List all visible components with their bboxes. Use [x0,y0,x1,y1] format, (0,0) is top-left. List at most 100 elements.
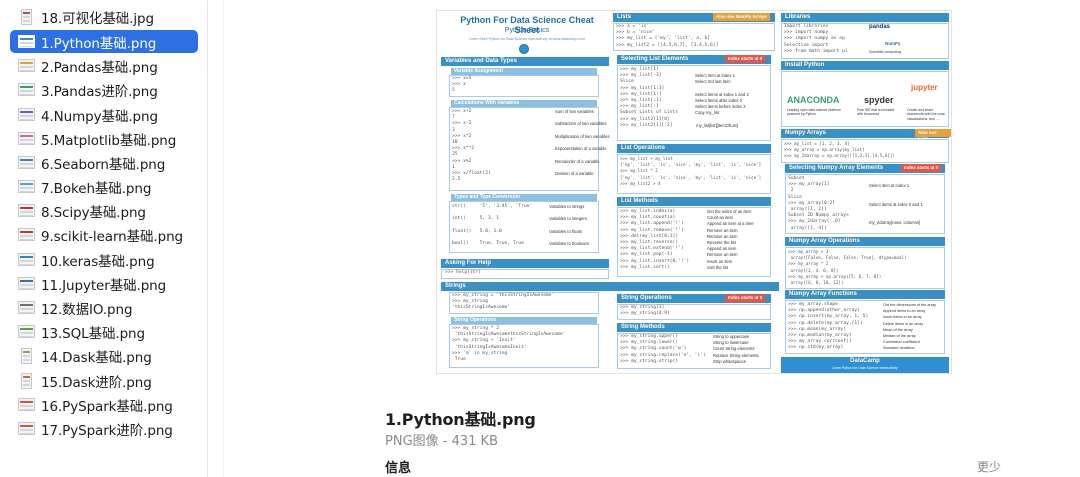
preview-image[interactable]: Python For Data Science Cheat Sheet Pyth… [436,10,952,374]
file-row[interactable]: 18.可视化基础.jpg [10,5,198,28]
image-file-icon [18,398,35,411]
thumb-stripe [23,350,30,353]
file-row[interactable]: 14.Dask基础.png [10,344,198,367]
thumb-stripe [23,11,30,14]
thumb-stripe [20,260,33,262]
code-string-ops-2: >>> my_string[3] >>> my_string[4:9] [620,305,670,317]
file-row[interactable]: 5.Matplotlib基础.png [10,127,198,150]
thumb-stripe [20,433,33,434]
file-row[interactable]: 1.Python基础.png [10,30,198,53]
file-name: 15.Dask进阶.png [41,374,152,391]
thumb-stripe [20,159,33,161]
thumb-stripe [20,42,33,44]
thumb-stripe [20,308,33,310]
image-file-icon [21,372,32,389]
code-var-assign: >>> x=5 >>> x 5 [452,76,472,94]
thumb-stripe [20,429,33,431]
badge-also-lists: Also see Lists [915,129,951,141]
thumb-stripe [20,38,33,40]
file-row[interactable]: 4.Numpy基础.png [10,103,198,126]
file-name: 3.Pandas进阶.png [41,83,158,100]
thumb-stripe [20,264,33,265]
file-row[interactable]: 7.Bokeh基础.png [10,175,198,198]
thumb-stripe [20,328,33,330]
file-row[interactable]: 9.scikit-learn基础.png [10,223,198,246]
file-row[interactable]: 10.keras基础.png [10,248,198,271]
preview-pane: Python For Data Science Cheat Sheet Pyth… [209,0,1080,477]
code-numpy-ops: >>> my_array > 3 array([False, False, Fa… [788,249,907,286]
divider [207,0,208,477]
section-help: Asking For Help [441,259,609,268]
spyder-caption: Free IDE that is included with Anaconda [857,108,895,117]
file-row[interactable]: 16.PySpark基础.png [10,393,198,416]
image-file-icon [18,325,35,338]
file-row[interactable]: 3.Pandas进阶.png [10,78,198,101]
image-file-icon [18,422,35,435]
python-logo-icon [519,44,529,54]
jupyter-caption: Create and share documents with live cod… [907,108,946,121]
image-file-icon [18,204,35,217]
section-string-methods: String Methods [617,323,771,332]
section-numpy-ops: Numpy Array Operations [785,237,945,246]
image-file-icon [21,8,32,25]
file-row[interactable]: 12.数据IO.png [10,296,198,319]
file-row[interactable]: 6.Seaborn基础.png [10,151,198,174]
thumb-stripe [20,211,33,213]
code-strings: >>> my_string = 'thisStringIsAwesome' >>… [452,293,555,311]
file-row[interactable]: 17.PySpark进阶.png [10,417,198,440]
file-name: 1.Python基础.png [41,35,157,52]
badge-index-zero: Index starts at 0 [725,55,766,63]
divider [223,0,224,477]
file-name: 5.Matplotlib基础.png [41,132,177,149]
image-file-icon [18,253,35,266]
code-select-list: >>> my_list[1] >>> my_list[-3] Slice >>>… [620,67,679,128]
numpy-caption: Scientific computing [869,50,901,54]
thumb-stripe [20,183,33,185]
subsection-calc: Calculations With Variables [451,100,597,107]
sheet-subtitle: Python Basics [504,27,550,34]
info-heading: 信息 [385,461,412,476]
thumb-stripe [20,66,33,68]
file-list: 18.可视化基础.jpg 1.Python基础.png 2.Pandas基础.png… [0,0,208,477]
file-row[interactable]: 2.Pandas基础.png [10,54,198,77]
file-row[interactable]: 13.SQL基础.png [10,320,198,343]
image-file-icon [18,132,35,145]
thumb-stripe [23,19,30,22]
code-select-numpy: Subset >>> my_array[1] 2 Slice >>> my_ar… [788,176,849,231]
show-less-link[interactable]: 更少 [977,458,1001,475]
thumb-stripe [23,379,30,382]
thumb-stripe [20,284,33,286]
thumb-stripe [20,119,33,120]
image-file-icon [18,180,35,193]
thumb-stripe [20,256,33,258]
thumb-stripe [23,358,30,361]
image-file-icon [18,35,35,48]
file-name: 6.Seaborn基础.png [41,156,166,173]
jupyter-logo: jupyter [911,83,938,92]
thumb-stripe [20,235,33,237]
file-name: 2.Pandas基础.png [41,59,158,76]
file-name: 17.PySpark进阶.png [41,422,173,439]
thumb-stripe [23,15,30,18]
file-name: 9.scikit-learn基础.png [41,228,184,245]
badge-index-zero-3: Index starts at 0 [901,164,942,172]
file-name: 12.数据IO.png [41,301,133,318]
section-strings: Strings [441,282,779,291]
thumb-stripe [20,163,33,165]
file-meta: PNG图像 - 431 KB [385,434,498,449]
thumb-stripe [20,115,33,117]
thumb-stripe [20,62,33,64]
code-numpy-funcs: >>> my_array.shape >>> np.append(other_a… [788,302,869,351]
image-file-icon [18,277,35,290]
file-row[interactable]: 8.Scipy基础.png [10,199,198,222]
image-file-icon [18,59,35,72]
thumb-stripe [20,215,33,216]
code-list-ops: >>> my_list + my_list ['my', 'list', 'is… [620,156,762,186]
file-row[interactable]: 15.Dask进阶.png [10,369,198,392]
file-name: 11.Jupyter基础.png [41,277,167,294]
file-row[interactable]: 11.Jupyter基础.png [10,272,198,295]
thumb-stripe [20,409,33,410]
thumb-stripe [20,425,33,427]
section-install: Install Python [781,61,949,70]
image-file-icon [18,83,35,96]
